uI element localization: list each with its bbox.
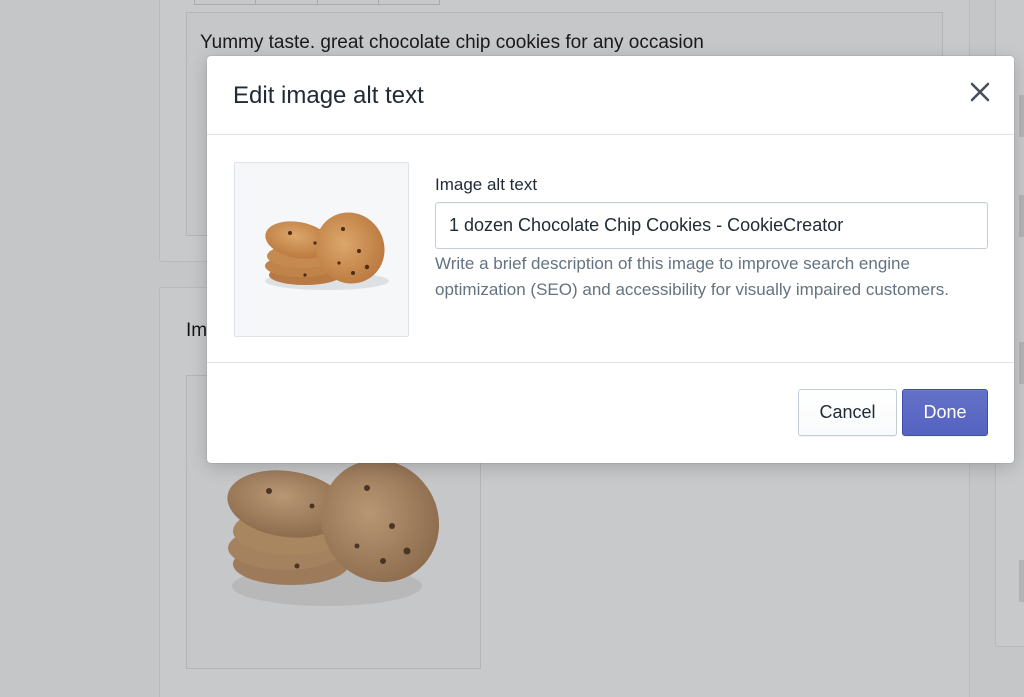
images-section-title: Im [186,320,206,341]
toolbar-button[interactable] [318,0,379,4]
alt-text-label: Image alt text [435,175,538,194]
toolbar-button[interactable] [195,0,257,4]
done-button[interactable]: Done [902,389,988,436]
modal-body: Image alt text Write a brief description… [207,135,1014,363]
alt-text-input[interactable] [435,202,988,249]
description-text: Yummy taste. great chocolate chip cookie… [200,32,704,53]
modal-footer: Cancel Done [207,363,1014,463]
cookies-thumbnail-image [265,212,389,290]
editor-toolbar [194,0,440,5]
toolbar-button[interactable] [256,0,318,4]
image-thumbnail [234,162,409,337]
edit-alt-text-modal: Edit image alt text Image alt text 1 doz… [207,56,1014,463]
close-button[interactable] [966,78,994,106]
modal-header: Edit image alt text [207,56,1014,135]
modal-title: Edit image alt text [233,82,424,109]
cancel-button[interactable]: Cancel [798,389,897,436]
toolbar-button[interactable] [379,0,439,4]
close-icon [970,82,990,102]
alt-text-help: Write a brief description of this image … [435,254,949,299]
